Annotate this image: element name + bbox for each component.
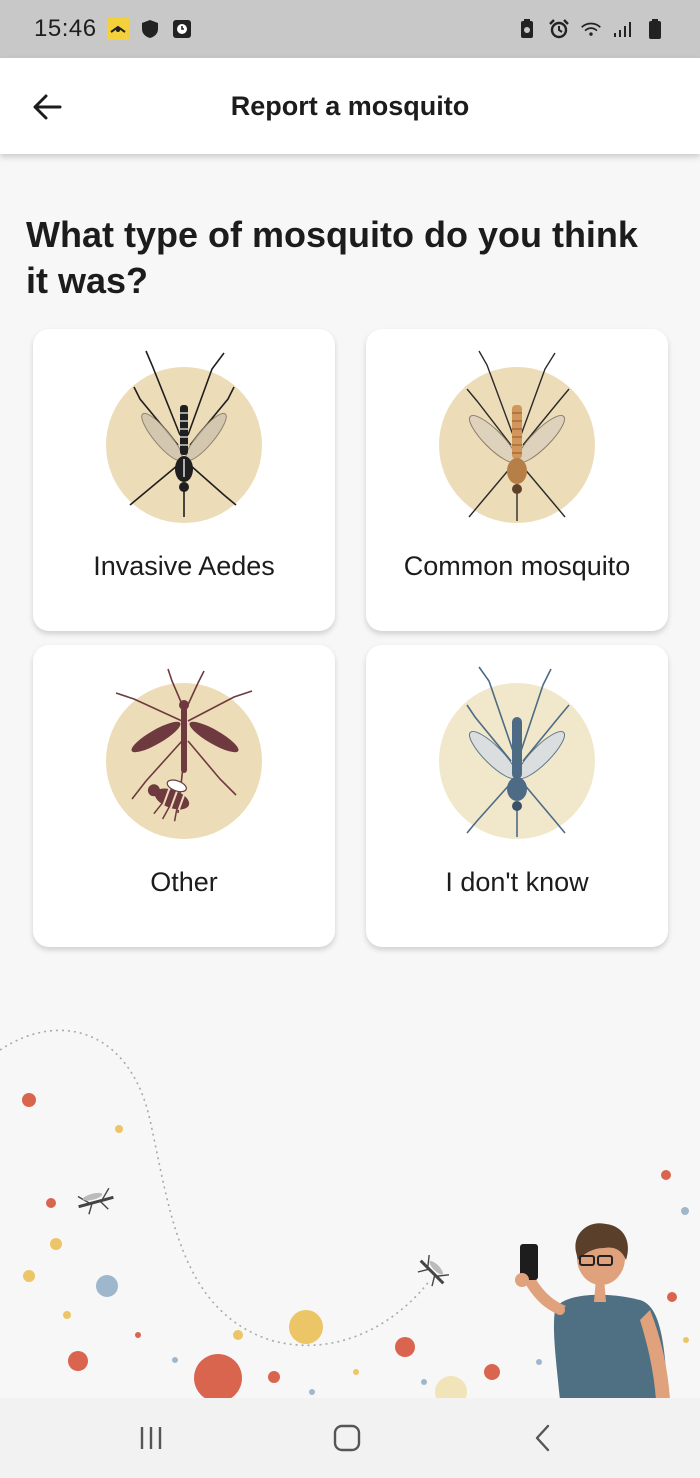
recent-apps-icon — [140, 1427, 162, 1449]
clock-app-icon — [171, 18, 193, 40]
option-common-mosquito[interactable]: Common mosquito — [366, 329, 668, 631]
aedes-mosquito-icon — [106, 350, 262, 523]
arrow-left-icon — [33, 94, 62, 120]
option-other[interactable]: Other — [33, 645, 335, 947]
option-i-dont-know[interactable]: I don't know — [366, 645, 668, 947]
wifi-icon — [580, 18, 602, 40]
common-mosquito-icon — [439, 350, 595, 523]
back-button[interactable] — [22, 82, 72, 132]
decorative-illustration — [0, 1029, 689, 1400]
option-label: Invasive Aedes — [93, 551, 275, 581]
person-illustration — [515, 1223, 670, 1400]
battery-icon — [644, 18, 666, 40]
shield-icon — [139, 18, 161, 40]
option-invasive-aedes[interactable]: Invasive Aedes — [33, 329, 335, 631]
status-bar: 15:46 — [0, 0, 700, 58]
status-time: 15:46 — [34, 15, 97, 42]
alarm-icon — [548, 18, 570, 40]
page-title: Report a mosquito — [230, 90, 470, 121]
nav-back-button[interactable] — [513, 1416, 573, 1460]
system-nav-bar — [0, 1398, 700, 1478]
nav-back-icon — [535, 1424, 550, 1452]
flying-mosquito-icon — [417, 1254, 450, 1287]
home-icon — [333, 1424, 361, 1452]
other-insects-icon — [106, 668, 262, 839]
question-heading: What type of mosquito do you think it wa… — [26, 214, 638, 301]
unknown-mosquito-icon — [439, 666, 595, 839]
home-button[interactable] — [317, 1416, 377, 1460]
signal-icon — [612, 18, 634, 40]
option-label: Common mosquito — [403, 551, 631, 581]
option-label: I don't know — [445, 867, 589, 897]
flying-mosquito-icon — [77, 1187, 114, 1215]
app-bar: Report a mosquito — [0, 58, 700, 154]
option-label: Other — [150, 867, 218, 897]
battery-saver-icon — [516, 18, 538, 40]
mosquito-alert-app-icon — [106, 18, 129, 40]
recent-apps-button[interactable] — [121, 1416, 181, 1460]
